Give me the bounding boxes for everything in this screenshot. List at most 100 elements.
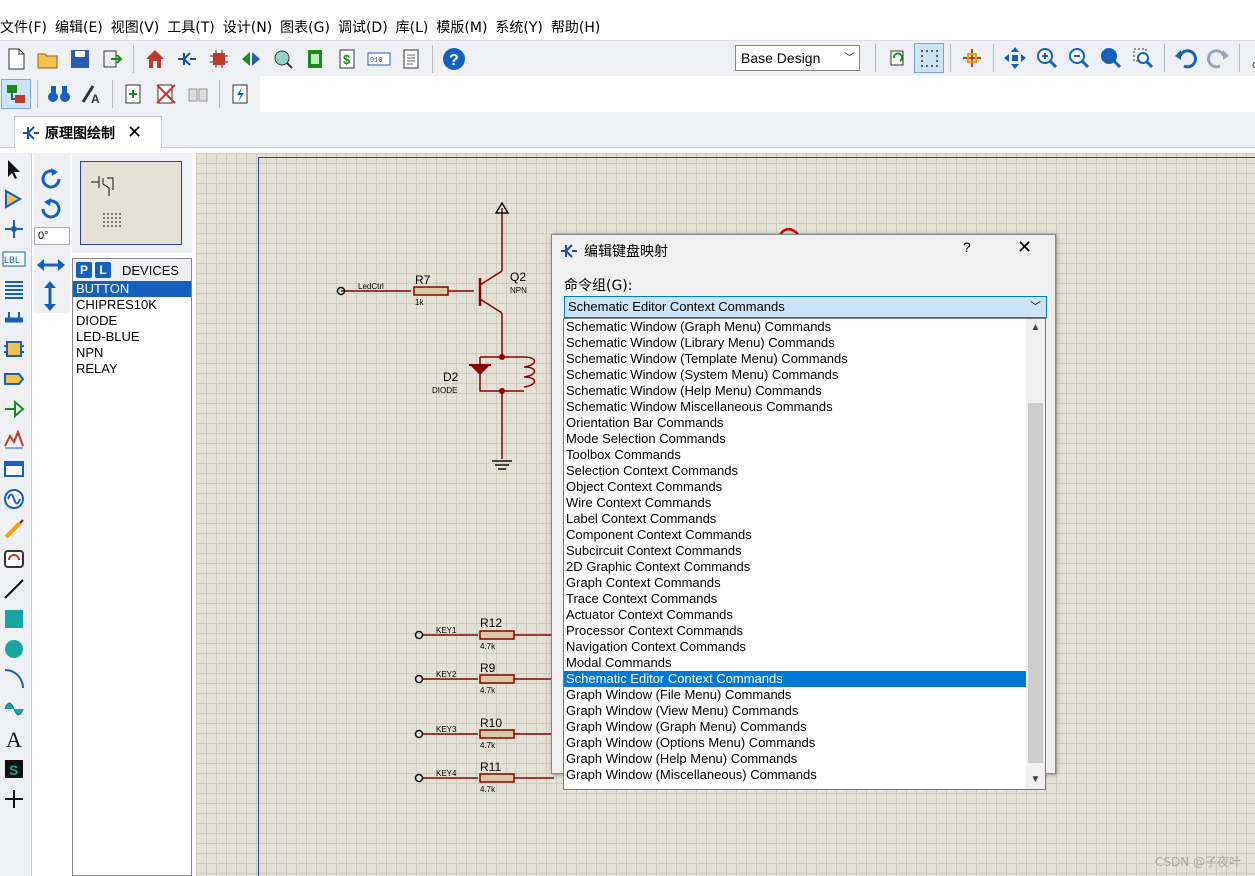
command-group-dropdown[interactable]: Schematic Editor Context Commands ﹀ bbox=[564, 296, 1047, 318]
scroll-thumb[interactable] bbox=[1028, 403, 1043, 763]
mirror-horizontal-icon[interactable] bbox=[37, 257, 65, 276]
overview-window[interactable] bbox=[72, 153, 192, 253]
gerber-view-icon[interactable] bbox=[268, 44, 298, 74]
import-icon[interactable] bbox=[97, 44, 127, 74]
menu-item[interactable]: 系统(Y) bbox=[495, 17, 550, 37]
command-group-option[interactable]: Schematic Window (Help Menu) Commands bbox=[564, 383, 1045, 399]
menu-item[interactable]: 库(L) bbox=[396, 17, 437, 37]
pcb-icon[interactable] bbox=[204, 44, 234, 74]
zoom-area-icon[interactable] bbox=[1128, 43, 1158, 73]
delete-sheet-icon[interactable] bbox=[151, 79, 181, 109]
command-group-option[interactable]: Trace Context Commands bbox=[564, 591, 1045, 607]
graph-icon[interactable] bbox=[1, 425, 27, 453]
device-list-item[interactable]: LED-BLUE bbox=[73, 329, 191, 345]
tab-schematic-capture[interactable]: 原理图绘制 ✕ bbox=[14, 116, 162, 148]
rotate-anticlockwise-icon[interactable] bbox=[37, 197, 65, 224]
command-group-option[interactable]: Schematic Editor Context Commands bbox=[564, 671, 1045, 687]
menu-item[interactable]: 调试(D) bbox=[338, 17, 396, 37]
box-tool-icon[interactable] bbox=[1, 605, 27, 633]
command-group-option[interactable]: Orientation Bar Commands bbox=[564, 415, 1045, 431]
marker-tool-icon[interactable] bbox=[1, 785, 27, 813]
rotation-angle-field[interactable]: 0° bbox=[34, 227, 70, 245]
menu-item[interactable]: 图表(G) bbox=[280, 17, 338, 37]
mirror-vertical-icon[interactable] bbox=[42, 281, 58, 314]
new-file-icon[interactable] bbox=[1, 44, 31, 74]
menu-item[interactable]: 设计(N) bbox=[223, 17, 280, 37]
command-group-option[interactable]: Object Context Commands bbox=[564, 479, 1045, 495]
command-group-option[interactable]: Modal Commands bbox=[564, 655, 1045, 671]
command-group-option[interactable]: Navigation Context Commands bbox=[564, 639, 1045, 655]
device-pin-icon[interactable] bbox=[1, 395, 27, 423]
grid-toggle-icon[interactable] bbox=[914, 43, 944, 73]
notes-icon[interactable] bbox=[396, 44, 426, 74]
text-tool-icon[interactable]: A bbox=[1, 725, 27, 753]
schematic-icon[interactable] bbox=[172, 44, 202, 74]
menu-item[interactable]: 视图(V) bbox=[111, 17, 168, 37]
circle-tool-icon[interactable] bbox=[1, 635, 27, 663]
menu-item[interactable]: 帮助(H) bbox=[551, 17, 608, 37]
zoom-out-icon[interactable] bbox=[1064, 43, 1094, 73]
scroll-down-icon[interactable]: ▼ bbox=[1026, 771, 1045, 789]
open-folder-icon[interactable] bbox=[33, 44, 63, 74]
device-list-item[interactable]: CHIPRES10K bbox=[73, 297, 191, 313]
goto-sheet-icon[interactable] bbox=[183, 79, 213, 109]
device-list-item[interactable]: DIODE bbox=[73, 313, 191, 329]
tape-recorder-icon[interactable] bbox=[1, 455, 27, 483]
component-mode-icon[interactable] bbox=[1, 185, 27, 213]
symbol-tool-icon[interactable]: S bbox=[1, 755, 27, 783]
command-group-option[interactable]: Schematic Window (System Menu) Commands bbox=[564, 367, 1045, 383]
library-manager-button[interactable]: L bbox=[95, 262, 111, 278]
refresh-icon[interactable] bbox=[882, 43, 912, 73]
line-tool-icon[interactable] bbox=[1, 575, 27, 603]
virtual-instrument-icon[interactable] bbox=[1, 545, 27, 573]
command-group-option[interactable]: Schematic Window Miscellaneous Commands bbox=[564, 399, 1045, 415]
command-group-option[interactable]: Processor Context Commands bbox=[564, 623, 1045, 639]
command-group-option[interactable]: Actuator Context Commands bbox=[564, 607, 1045, 623]
command-group-option[interactable]: Component Context Commands bbox=[564, 527, 1045, 543]
zoom-in-icon[interactable] bbox=[1032, 43, 1062, 73]
command-group-option[interactable]: Selection Context Commands bbox=[564, 463, 1045, 479]
command-group-option[interactable]: Graph Window (View Menu) Commands bbox=[564, 703, 1045, 719]
electrical-rule-check-icon[interactable] bbox=[226, 79, 256, 109]
command-group-list[interactable]: Schematic Window (Graph Menu) Commands Sc… bbox=[563, 318, 1046, 790]
command-group-option[interactable]: Graph Context Commands bbox=[564, 575, 1045, 591]
menu-item[interactable]: 工具(T) bbox=[167, 17, 222, 37]
command-group-option[interactable]: Graph Window (Help Menu) Commands bbox=[564, 751, 1045, 767]
help-button[interactable]: ? bbox=[963, 239, 971, 255]
device-list-item[interactable]: BUTTON bbox=[73, 281, 191, 297]
selection-mode-icon[interactable] bbox=[1, 155, 27, 183]
menu-item[interactable]: 编辑(E) bbox=[55, 17, 111, 37]
list-scrollbar[interactable]: ▲ ▼ bbox=[1026, 319, 1045, 789]
path-tool-icon[interactable] bbox=[1, 695, 27, 723]
origin-icon[interactable] bbox=[957, 43, 987, 73]
command-group-option[interactable]: Label Context Commands bbox=[564, 511, 1045, 527]
search-binoculars-icon[interactable] bbox=[44, 79, 74, 109]
component-mode-icon[interactable] bbox=[1, 79, 31, 109]
menu-item[interactable]: 模版(M) bbox=[436, 17, 495, 37]
command-group-option[interactable]: Schematic Window (Graph Menu) Commands bbox=[564, 319, 1045, 335]
command-group-option[interactable]: Schematic Window (Library Menu) Commands bbox=[564, 335, 1045, 351]
junction-dot-icon[interactable] bbox=[1, 215, 27, 243]
design-variant-select[interactable]: Base Design ﹀ bbox=[735, 45, 860, 71]
save-icon[interactable] bbox=[65, 44, 95, 74]
rotate-clockwise-icon[interactable] bbox=[37, 167, 65, 194]
pick-devices-button[interactable]: P bbox=[76, 262, 92, 278]
new-sheet-icon[interactable] bbox=[119, 79, 149, 109]
text-script-icon[interactable] bbox=[1, 275, 27, 303]
undo-icon[interactable] bbox=[1171, 43, 1201, 73]
command-group-option[interactable]: Graph Window (Graph Menu) Commands bbox=[564, 719, 1045, 735]
menu-item[interactable]: 文件(F) bbox=[0, 17, 55, 37]
help-icon[interactable]: ? bbox=[439, 44, 469, 74]
source-code-icon[interactable]: 010 bbox=[364, 44, 394, 74]
command-group-option[interactable]: Wire Context Commands bbox=[564, 495, 1045, 511]
arc-tool-icon[interactable] bbox=[1, 665, 27, 693]
close-dialog-button[interactable]: ✕ bbox=[1017, 237, 1032, 258]
scroll-up-icon[interactable]: ▲ bbox=[1026, 319, 1045, 337]
zoom-all-icon[interactable] bbox=[1096, 43, 1126, 73]
command-group-option[interactable]: Graph Window (File Menu) Commands bbox=[564, 687, 1045, 703]
subcircuit-icon[interactable] bbox=[1, 335, 27, 363]
property-tool-icon[interactable]: A bbox=[76, 79, 106, 109]
bus-icon[interactable] bbox=[1, 305, 27, 333]
device-list-item[interactable]: NPN bbox=[73, 345, 191, 361]
close-tab-icon[interactable]: ✕ bbox=[127, 122, 142, 143]
